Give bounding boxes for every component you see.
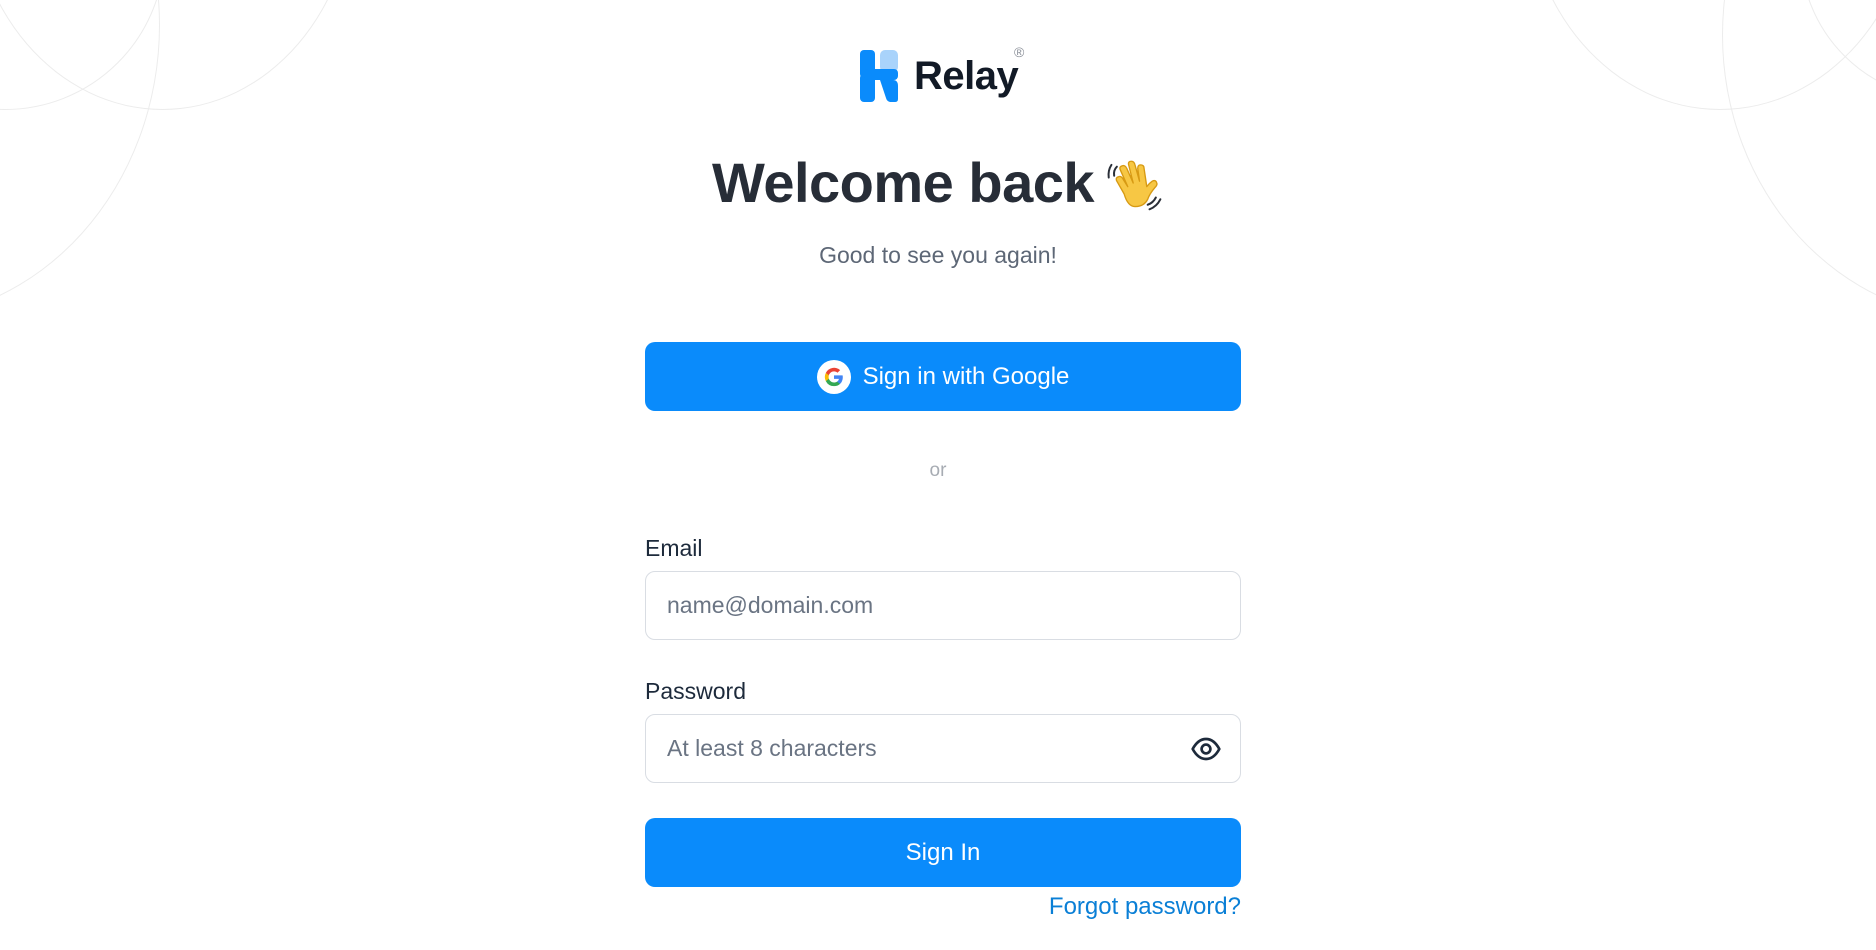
email-input[interactable] xyxy=(646,572,1240,639)
brand-name: Relay xyxy=(914,54,1019,98)
eye-icon xyxy=(1191,737,1221,760)
google-sign-in-button[interactable]: Sign in with Google xyxy=(645,342,1241,411)
email-field-container xyxy=(645,571,1241,640)
google-icon xyxy=(824,367,843,386)
sign-in-button[interactable]: Sign In xyxy=(645,818,1241,887)
background-circle xyxy=(1525,0,1876,110)
toggle-password-visibility-button[interactable] xyxy=(1186,729,1226,769)
registered-mark: ® xyxy=(1014,44,1025,60)
google-badge xyxy=(816,359,851,394)
page-title: Welcome back xyxy=(711,151,1095,214)
waving-hand-icon xyxy=(1107,160,1162,211)
background-circle xyxy=(0,0,355,110)
or-divider: or xyxy=(929,460,947,481)
sign-in-page: Relay ® Welcome back Good to see you aga… xyxy=(0,0,1876,950)
email-label: Email xyxy=(645,535,703,561)
forgot-password-link[interactable]: Forgot password? xyxy=(645,893,1241,921)
password-field-container xyxy=(645,714,1241,783)
sign-in-label: Sign In xyxy=(905,838,981,866)
background-circle xyxy=(0,0,165,110)
password-input[interactable] xyxy=(646,715,1186,782)
welcome-heading: Welcome back xyxy=(0,152,1876,214)
background-circle xyxy=(1800,0,1876,100)
relay-logo-icon xyxy=(860,50,898,102)
google-sign-in-label: Sign in with Google xyxy=(862,362,1070,390)
page-subtitle: Good to see you again! xyxy=(819,242,1057,268)
password-label: Password xyxy=(645,678,746,704)
brand-logo: Relay ® xyxy=(860,44,1024,106)
